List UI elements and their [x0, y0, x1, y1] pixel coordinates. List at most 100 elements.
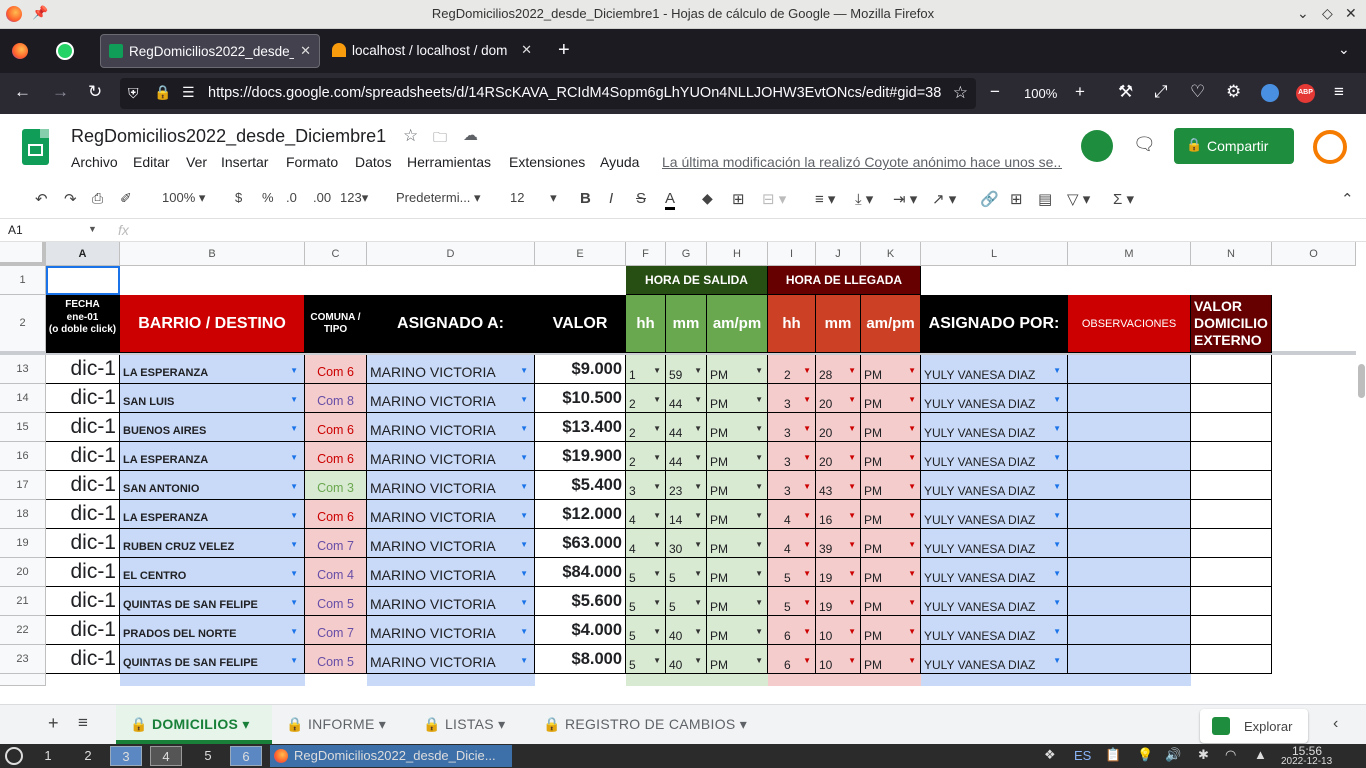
- cell-valor[interactable]: $4.000: [535, 616, 626, 645]
- workspace-5[interactable]: 5: [192, 746, 224, 766]
- cell-lp[interactable]: PM ▼: [861, 500, 921, 529]
- system-menu-icon[interactable]: [5, 747, 23, 765]
- dropdown-arrow-icon[interactable]: ▼: [653, 482, 661, 491]
- dropdown-arrow-icon[interactable]: ▼: [803, 366, 811, 375]
- cell-sh[interactable]: 2 ▼: [626, 413, 666, 442]
- account-avatar[interactable]: [1313, 130, 1347, 164]
- dropdown-arrow-icon[interactable]: ▼: [848, 482, 856, 491]
- dropdown-arrow-icon[interactable]: ▼: [755, 627, 763, 636]
- cell-barrio[interactable]: PRADOS DEL NORTE ▼: [120, 616, 305, 645]
- cell-valor[interactable]: $8.000: [535, 645, 626, 674]
- dropdown-arrow-icon[interactable]: ▼: [694, 511, 702, 520]
- cell-fecha[interactable]: dic-1: [46, 558, 120, 587]
- keyboard-layout[interactable]: ES: [1074, 748, 1091, 763]
- dropdown-arrow-icon[interactable]: ▼: [1053, 656, 1061, 665]
- cell-empty[interactable]: [1272, 645, 1356, 674]
- cell-asignado[interactable]: MARINO VICTORIA ▼: [367, 442, 535, 471]
- tab-spreadsheet[interactable]: RegDomicilios2022_desde_Diciembre1 ✕: [100, 34, 320, 68]
- cell-asignado-por[interactable]: YULY VANESA DIAZ ▼: [921, 558, 1068, 587]
- cell-asignado[interactable]: MARINO VICTORIA ▼: [367, 529, 535, 558]
- cell-sp[interactable]: PM ▼: [707, 587, 768, 616]
- cell-asignado-por[interactable]: YULY VANESA DIAZ ▼: [921, 355, 1068, 384]
- move-folder-icon[interactable]: 🗀: [433, 127, 447, 151]
- cell-lm[interactable]: 16 ▼: [816, 500, 861, 529]
- cell-sm[interactable]: 5 ▼: [666, 587, 707, 616]
- cell-comuna[interactable]: Com 6: [305, 500, 367, 529]
- cell-asignado[interactable]: MARINO VICTORIA ▼: [367, 587, 535, 616]
- font-select[interactable]: Predetermi... ▾: [396, 190, 486, 206]
- cell-externo[interactable]: [1191, 355, 1272, 384]
- cell-valor[interactable]: $13.400: [535, 413, 626, 442]
- cell-empty[interactable]: [1272, 529, 1356, 558]
- dropdown-arrow-icon[interactable]: ▼: [520, 627, 528, 636]
- dropdown-arrow-icon[interactable]: ▼: [694, 482, 702, 491]
- cell-externo[interactable]: [1191, 442, 1272, 471]
- row-header[interactable]: 20: [0, 558, 46, 587]
- header-hora-de-llegada[interactable]: HORA DE LLEGADA: [768, 266, 921, 295]
- dropdown-arrow-icon[interactable]: ▼: [290, 540, 298, 549]
- cell-asignado-por[interactable]: YULY VANESA DIAZ ▼: [921, 616, 1068, 645]
- text-color-button[interactable]: A: [665, 190, 676, 210]
- dropdown-arrow-icon[interactable]: ▼: [908, 540, 916, 549]
- cell-a1-selected[interactable]: [46, 266, 120, 295]
- row-header[interactable]: 18: [0, 500, 46, 529]
- dropdown-arrow-icon[interactable]: ▼: [653, 627, 661, 636]
- header-comuna[interactable]: COMUNA / TIPO: [305, 295, 367, 353]
- column-header-k[interactable]: K: [861, 242, 921, 266]
- new-tab-icon[interactable]: +: [558, 39, 570, 62]
- header-fecha[interactable]: FECHA ene-01 (o doble click): [46, 295, 120, 353]
- dropdown-arrow-icon[interactable]: ▼: [848, 366, 856, 375]
- cell-fecha[interactable]: dic-1: [46, 471, 120, 500]
- cell-observaciones[interactable]: [1068, 587, 1191, 616]
- cell-lh[interactable]: 3 ▼: [768, 442, 816, 471]
- column-header-c[interactable]: C: [305, 242, 367, 266]
- dropdown-arrow-icon[interactable]: ▼: [290, 627, 298, 636]
- header-asignado[interactable]: ASIGNADO A:: [367, 295, 535, 353]
- cell-asignado[interactable]: MARINO VICTORIA ▼: [367, 355, 535, 384]
- column-header-e[interactable]: E: [535, 242, 626, 266]
- dropdown-arrow-icon[interactable]: ▼: [653, 656, 661, 665]
- row-header[interactable]: 2: [0, 295, 46, 353]
- cell-asignado[interactable]: MARINO VICTORIA ▼: [367, 413, 535, 442]
- shield-icon[interactable]: ⛨: [128, 85, 139, 102]
- extension-icon[interactable]: ⚙: [1226, 82, 1241, 102]
- cell-observaciones[interactable]: [1068, 529, 1191, 558]
- cell-fecha[interactable]: dic-1: [46, 442, 120, 471]
- dropdown-arrow-icon[interactable]: ▼: [908, 511, 916, 520]
- whatsapp-icon[interactable]: [56, 42, 74, 60]
- menu-archivo[interactable]: Archivo: [71, 154, 118, 170]
- cell-fecha[interactable]: dic-1: [46, 355, 120, 384]
- cell-lp[interactable]: PM ▼: [861, 442, 921, 471]
- dropdown-arrow-icon[interactable]: ▼: [290, 511, 298, 520]
- cell-sp[interactable]: PM ▼: [707, 384, 768, 413]
- cell-sm[interactable]: 5 ▼: [666, 558, 707, 587]
- cell-sh[interactable]: 4 ▼: [626, 529, 666, 558]
- column-header-f[interactable]: F: [626, 242, 666, 266]
- close-tab-icon[interactable]: ✕: [300, 43, 311, 59]
- cell-asignado[interactable]: MARINO VICTORIA ▼: [367, 384, 535, 413]
- header-hh2[interactable]: hh: [768, 295, 816, 353]
- sheets-logo-icon[interactable]: [22, 129, 49, 165]
- cell-sp[interactable]: PM ▼: [707, 413, 768, 442]
- workspace-3[interactable]: 3: [110, 746, 142, 766]
- dropdown-arrow-icon[interactable]: ▼: [908, 424, 916, 433]
- percent-button[interactable]: %: [262, 190, 274, 205]
- cell-empty[interactable]: [1272, 587, 1356, 616]
- cell-empty[interactable]: [1272, 500, 1356, 529]
- cell-sm[interactable]: 30 ▼: [666, 529, 707, 558]
- row-header[interactable]: 15: [0, 413, 46, 442]
- cell-empty[interactable]: [1272, 355, 1356, 384]
- cell-lm[interactable]: 10 ▼: [816, 645, 861, 674]
- cell-barrio[interactable]: EL CENTRO ▼: [120, 558, 305, 587]
- filter-icon[interactable]: ▽ ▾: [1067, 190, 1090, 208]
- italic-button[interactable]: I: [609, 190, 613, 207]
- cell-sh[interactable]: 3 ▼: [626, 471, 666, 500]
- cell-valor[interactable]: $5.400: [535, 471, 626, 500]
- print-icon[interactable]: ⎙: [92, 190, 103, 207]
- cell-externo[interactable]: [1191, 413, 1272, 442]
- dropdown-arrow-icon[interactable]: ▼: [755, 366, 763, 375]
- explore-button[interactable]: Explorar: [1200, 709, 1308, 743]
- strikethrough-button[interactable]: S: [636, 190, 646, 207]
- cell-sh[interactable]: 5 ▼: [626, 645, 666, 674]
- star-icon[interactable]: ☆: [403, 126, 418, 146]
